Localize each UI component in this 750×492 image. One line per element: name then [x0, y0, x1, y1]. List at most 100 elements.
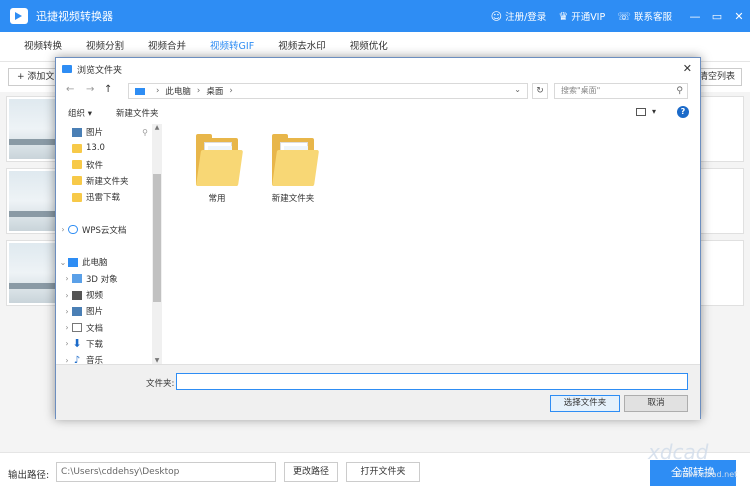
file-area: 常用 新建文件夹: [162, 124, 700, 364]
minimize-button[interactable]: —: [684, 10, 706, 23]
folder-icon: [272, 132, 320, 188]
open-folder-button[interactable]: 打开文件夹: [346, 462, 420, 482]
tree-item[interactable]: 迅雷下载: [56, 189, 152, 205]
view-dropdown-icon[interactable]: ▾: [652, 107, 656, 116]
chat-icon: ☏: [617, 9, 631, 23]
login-label: 注册/登录: [505, 12, 547, 23]
vip-link[interactable]: ♛ 开通VIP: [558, 9, 606, 24]
app-title: 迅捷视频转换器: [36, 10, 113, 23]
change-path-button[interactable]: 更改路径: [284, 462, 338, 482]
output-path-field[interactable]: C:\Users\cddehsy\Desktop: [56, 462, 276, 482]
pin-icon: ⚲: [142, 127, 148, 137]
forward-arrow-icon[interactable]: →: [86, 84, 94, 95]
tree-item[interactable]: › ♪ 音乐: [56, 352, 152, 364]
watermark-url: www.xdcad.net: [676, 470, 738, 479]
up-arrow-icon[interactable]: ↑: [104, 84, 112, 95]
title-right: ☺ 注册/登录 ♛ 开通VIP ☏ 联系客服 — ▭ ✕: [491, 0, 750, 32]
watermark-logo: xdcad: [648, 440, 709, 464]
scroll-thumb[interactable]: [153, 174, 161, 302]
address-dropdown-icon[interactable]: ⌄: [514, 85, 521, 94]
tree-item[interactable]: › WPS云文档: [56, 222, 152, 238]
search-placeholder: 搜索"桌面": [561, 86, 601, 95]
folder-item[interactable]: 常用: [180, 132, 254, 208]
tree-item[interactable]: 软件: [56, 157, 152, 173]
folder-dialog-icon: [62, 65, 72, 73]
maximize-button[interactable]: ▭: [706, 10, 728, 23]
tree-item[interactable]: › ⬇ 下载: [56, 336, 152, 352]
tree-expand-icon[interactable]: ›: [62, 323, 72, 332]
browse-folder-dialog: 浏览文件夹 ✕ ← → ↑ › 此电脑 › 桌面 › ⌄ ↻ 搜索"桌面" ⚲ …: [55, 57, 701, 420]
output-path-label: 输出路径:: [8, 470, 50, 481]
login-link[interactable]: ☺ 注册/登录: [491, 9, 547, 24]
service-label: 联系客服: [633, 12, 672, 23]
scroll-down-icon[interactable]: ▼: [153, 357, 161, 364]
tree-item-label: 文档: [86, 323, 104, 334]
tree-item-label: 图片: [86, 307, 104, 318]
tree-expand-icon[interactable]: ⌄: [58, 258, 68, 267]
tree-item-label: 此电脑: [82, 258, 108, 269]
search-icon: ⚲: [676, 86, 683, 96]
pc-icon: [68, 257, 78, 267]
video-icon: [72, 290, 82, 300]
tree-item[interactable]: 新建文件夹: [56, 173, 152, 189]
search-input[interactable]: 搜索"桌面" ⚲: [554, 83, 688, 99]
help-icon[interactable]: ?: [677, 106, 689, 118]
folder-name-input[interactable]: [176, 373, 688, 390]
tree-item[interactable]: 图片 ⚲: [56, 124, 152, 140]
tree-item[interactable]: › 3D 对象: [56, 271, 152, 287]
folder-name: 常用: [208, 194, 226, 204]
tree-item[interactable]: › 视频: [56, 287, 152, 303]
crown-icon: ♛: [558, 9, 569, 23]
folder-icon: [72, 192, 82, 202]
address-box[interactable]: › 此电脑 › 桌面 › ⌄: [128, 83, 528, 99]
close-button[interactable]: ✕: [728, 10, 750, 23]
view-mode-icon[interactable]: [636, 108, 646, 116]
back-arrow-icon[interactable]: ←: [66, 84, 74, 95]
folder-icon: [72, 160, 82, 170]
tree-item-label: 13.0: [86, 143, 105, 154]
app-titlebar: 迅捷视频转换器 ☺ 注册/登录 ♛ 开通VIP ☏ 联系客服 — ▭ ✕: [0, 0, 750, 32]
tree-item[interactable]: › 文档: [56, 320, 152, 336]
organize-button[interactable]: 组织 ▾: [68, 107, 92, 119]
tree-item-label: 新建文件夹: [86, 176, 129, 187]
tree-item[interactable]: 13.0: [56, 140, 152, 156]
tree-item-label: 视频: [86, 291, 104, 301]
tree-expand-icon[interactable]: ›: [62, 339, 72, 348]
vip-label: 开通VIP: [571, 12, 606, 23]
tree-expand-icon[interactable]: ›: [58, 225, 68, 234]
scroll-up-icon[interactable]: ▲: [153, 124, 161, 131]
select-folder-button[interactable]: 选择文件夹: [550, 395, 620, 412]
tree-item[interactable]: ⌄ 此电脑: [56, 254, 152, 270]
breadcrumb-desktop[interactable]: 桌面: [206, 85, 223, 97]
address-separator-icon: ›: [229, 86, 233, 96]
folder-icon: [196, 132, 244, 188]
tree-item-label: 3D 对象: [86, 274, 118, 285]
folder-item[interactable]: 新建文件夹: [256, 132, 330, 208]
tree-expand-icon[interactable]: ›: [62, 307, 72, 316]
breadcrumb-pc[interactable]: 此电脑: [165, 85, 191, 97]
tree-scrollbar[interactable]: ▲ ▼: [152, 124, 162, 364]
pc-icon: [135, 87, 145, 95]
pic-icon: [72, 306, 82, 316]
dialog-close-icon[interactable]: ✕: [683, 62, 692, 75]
tree-item-label: 软件: [86, 160, 104, 171]
new-folder-button[interactable]: 新建文件夹: [116, 107, 159, 119]
address-bar-row: ← → ↑ › 此电脑 › 桌面 › ⌄ ↻ 搜索"桌面" ⚲: [56, 80, 700, 102]
refresh-icon[interactable]: ↻: [532, 83, 548, 99]
tree-item-label: 迅雷下载: [86, 193, 121, 204]
cancel-button[interactable]: 取消: [624, 395, 688, 412]
address-separator-icon: ›: [196, 86, 201, 96]
tree-expand-icon[interactable]: ›: [62, 274, 72, 283]
tree-item-label: WPS云文档: [82, 225, 127, 236]
tree-item[interactable]: › 图片: [56, 303, 152, 319]
cloud-icon: [68, 225, 78, 235]
filename-row: 文件夹: 选择文件夹 取消: [56, 364, 700, 420]
folder-icon: [72, 143, 82, 153]
service-link[interactable]: ☏ 联系客服: [617, 9, 672, 24]
tree-expand-icon[interactable]: ›: [62, 291, 72, 300]
dialog-titlebar: 浏览文件夹 ✕: [56, 58, 700, 80]
app-logo-icon: [10, 8, 28, 24]
tree-expand-icon[interactable]: ›: [62, 356, 72, 364]
